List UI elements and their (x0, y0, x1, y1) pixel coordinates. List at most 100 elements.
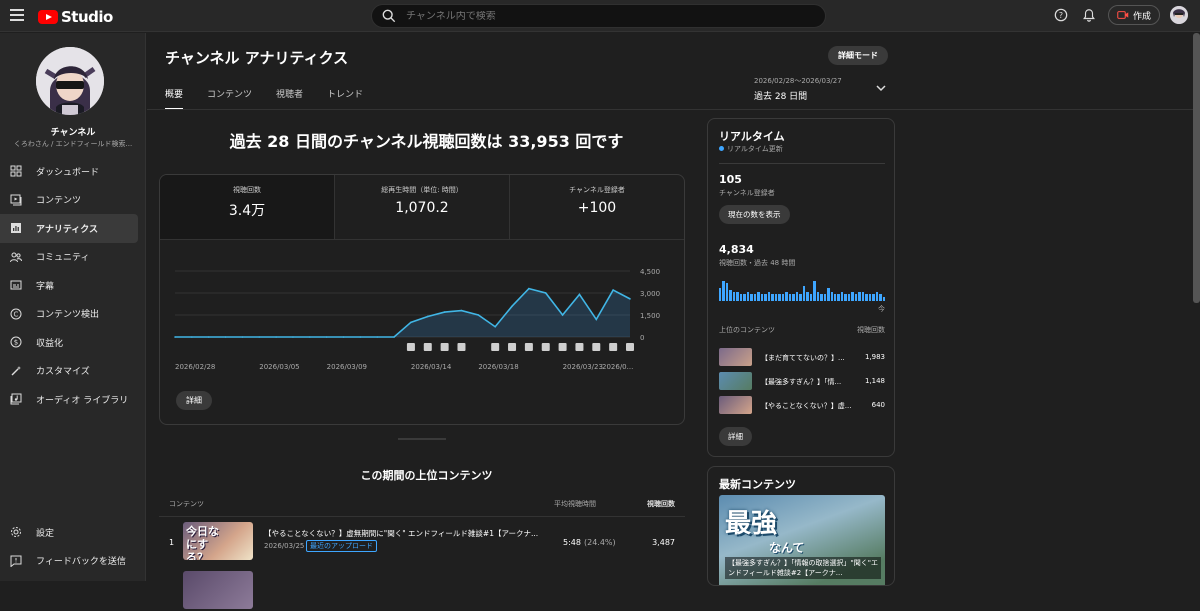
col-content: コンテンツ (169, 500, 204, 508)
video-title: 【やることなくない？】虚... (761, 402, 852, 410)
subscriber-count: 105 (719, 173, 742, 186)
tab-overview[interactable]: 概要 (165, 87, 184, 110)
notifications-icon[interactable] (1080, 6, 1098, 24)
menu-icon[interactable] (10, 9, 24, 21)
y-tick-label: 1,500 (640, 312, 660, 320)
advanced-mode-button[interactable]: 詳細モード (828, 46, 888, 65)
svg-text:?: ? (1059, 11, 1063, 20)
realtime-bar (746, 292, 750, 301)
realtime-bar (725, 283, 729, 301)
sidebar-item-subtitles[interactable]: 字幕 (0, 271, 146, 300)
sidebar-item-audio-library[interactable]: オーディオ ライブラリ (0, 385, 146, 414)
x-tick-label: 2026/03/05 (259, 363, 299, 371)
metric-value: 1,070.2 (395, 200, 449, 216)
sidebar-item-monetization[interactable]: $ 収益化 (0, 328, 146, 357)
create-label: 作成 (1132, 11, 1151, 22)
help-icon[interactable]: ? (1052, 6, 1070, 24)
x-tick-label: 2026/03/23 (563, 363, 603, 371)
tab-audience[interactable]: 視聴者 (276, 87, 303, 110)
sidebar-item-community[interactable]: コミュニティ (0, 243, 146, 272)
list-item[interactable]: 【やることなくない？】虚... 640 (719, 396, 885, 414)
realtime-bar (799, 294, 802, 301)
sidebar-item-label: コンテンツ (36, 196, 82, 207)
metric-value: 3.4万 (228, 203, 266, 219)
data-point (595, 318, 598, 321)
y-tick-label: 0 (640, 334, 644, 342)
video-thumbnail (719, 396, 752, 414)
sidebar-item-label: ダッシュボード (36, 167, 100, 178)
copyright-icon: C (10, 308, 22, 320)
sidebar-item-label: コンテンツ検出 (36, 310, 100, 321)
metric-views[interactable]: 視聴回数 3.4万 (160, 175, 335, 239)
metric-label: 視聴回数 (233, 186, 261, 194)
metric-value: +100 (577, 200, 617, 216)
sidebar-item-content[interactable]: コンテンツ (0, 186, 146, 215)
sidebar-item-feedback[interactable]: フィードバックを送信 (0, 547, 146, 576)
chart-details-button[interactable]: 詳細 (176, 391, 212, 410)
list-item[interactable]: 【まだ育ててないの？】... 1,983 (719, 348, 885, 366)
realtime-bar (858, 292, 861, 301)
data-point (309, 336, 311, 338)
sidebar-item-customize[interactable]: カスタマイズ (0, 357, 146, 386)
upload-marker (457, 343, 466, 351)
analytics-icon (11, 223, 21, 234)
youtube-logo-icon (38, 10, 58, 24)
account-avatar[interactable] (1170, 6, 1188, 24)
search-bar[interactable] (371, 4, 826, 28)
realtime-bar (774, 294, 778, 301)
list-item[interactable]: 【最強多すぎん？】「情... 1,148 (719, 372, 885, 390)
tab-trends[interactable]: トレンド (327, 87, 363, 110)
period-label: 過去 28 日間 (754, 92, 808, 102)
realtime-title: リアルタイム (719, 130, 785, 143)
data-point (426, 315, 429, 318)
studio-logo[interactable]: Studio (38, 8, 113, 26)
realtime-bar (837, 294, 840, 301)
video-date: 2026/03/25 (264, 542, 305, 550)
sidebar-item-label: オーディオ ライブラリ (36, 395, 129, 406)
video-views: 640 (871, 401, 885, 409)
video-thumbnail[interactable]: 今日なにする？ (183, 522, 253, 560)
data-point (561, 314, 564, 316)
col-avg-duration: 平均視聴時間 (554, 500, 596, 508)
realtime-card: リアルタイム リアルタイム更新 105 チャンネル登録者 現在の数を表示 4,8… (707, 118, 895, 457)
tab-content[interactable]: コンテンツ (207, 87, 252, 110)
metric-subscribers[interactable]: チャンネル登録者 +100 (510, 175, 684, 239)
avg-duration: 5:48 (563, 538, 581, 547)
realtime-bar (875, 292, 879, 301)
upload-marker (440, 343, 449, 351)
sidebar-item-analytics[interactable]: アナリティクス (0, 214, 138, 243)
realtime-bar (767, 292, 771, 301)
scrollbar[interactable] (1193, 33, 1200, 303)
sidebar-item-dashboard[interactable]: ダッシュボード (0, 157, 146, 186)
data-point (460, 309, 463, 312)
realtime-bar (872, 294, 875, 301)
video-title[interactable]: 【やることなくない？】虚無期間に"聞く" エンドフィールド雑談#1【アークナ..… (264, 528, 538, 539)
sidebar-item-settings[interactable]: 設定 (0, 518, 146, 547)
data-point (410, 321, 412, 324)
realtime-bar (823, 294, 827, 301)
video-thumbnail[interactable] (183, 571, 253, 609)
x-tick-label: 2026/03/14 (411, 363, 452, 371)
realtime-details-button[interactable]: 詳細 (719, 427, 752, 446)
sidebar-item-content-detection[interactable]: C コンテンツ検出 (0, 300, 146, 329)
upload-marker (406, 343, 415, 351)
chevron-down-icon[interactable] (875, 83, 887, 93)
table-row[interactable] (159, 567, 685, 611)
data-point (511, 305, 513, 307)
create-button[interactable]: 作成 (1107, 5, 1160, 25)
data-point (376, 336, 379, 338)
channel-avatar[interactable] (36, 47, 104, 115)
realtime-bar (778, 294, 781, 301)
realtime-bar-chart (719, 279, 886, 301)
divider (398, 438, 446, 440)
metrics-card: 視聴回数 3.4万 総再生時間（単位: 時間） 1,070.2 チャンネル登録者… (159, 174, 685, 425)
x-tick-label: 2026/0... (602, 363, 633, 371)
metric-watch-time[interactable]: 総再生時間（単位: 時間） 1,070.2 (335, 175, 510, 239)
date-range-selector[interactable]: 2026/02/28〜2026/03/27 過去 28 日間 (754, 76, 842, 102)
search-input[interactable] (406, 10, 786, 22)
video-title: 【まだ育ててないの？】... (761, 354, 845, 362)
latest-content-title: 最新コンテンツ (719, 478, 796, 491)
table-row[interactable]: 1 今日なにする？ 【やることなくない？】虚無期間に"聞く" エンドフィールド雑… (159, 518, 685, 562)
latest-video-thumbnail[interactable]: 最強 なんて 【最強多すぎん？】「情報の取捨選択」"聞く"エンドフィールド雑談#… (719, 495, 885, 585)
show-current-count-button[interactable]: 現在の数を表示 (719, 205, 790, 224)
